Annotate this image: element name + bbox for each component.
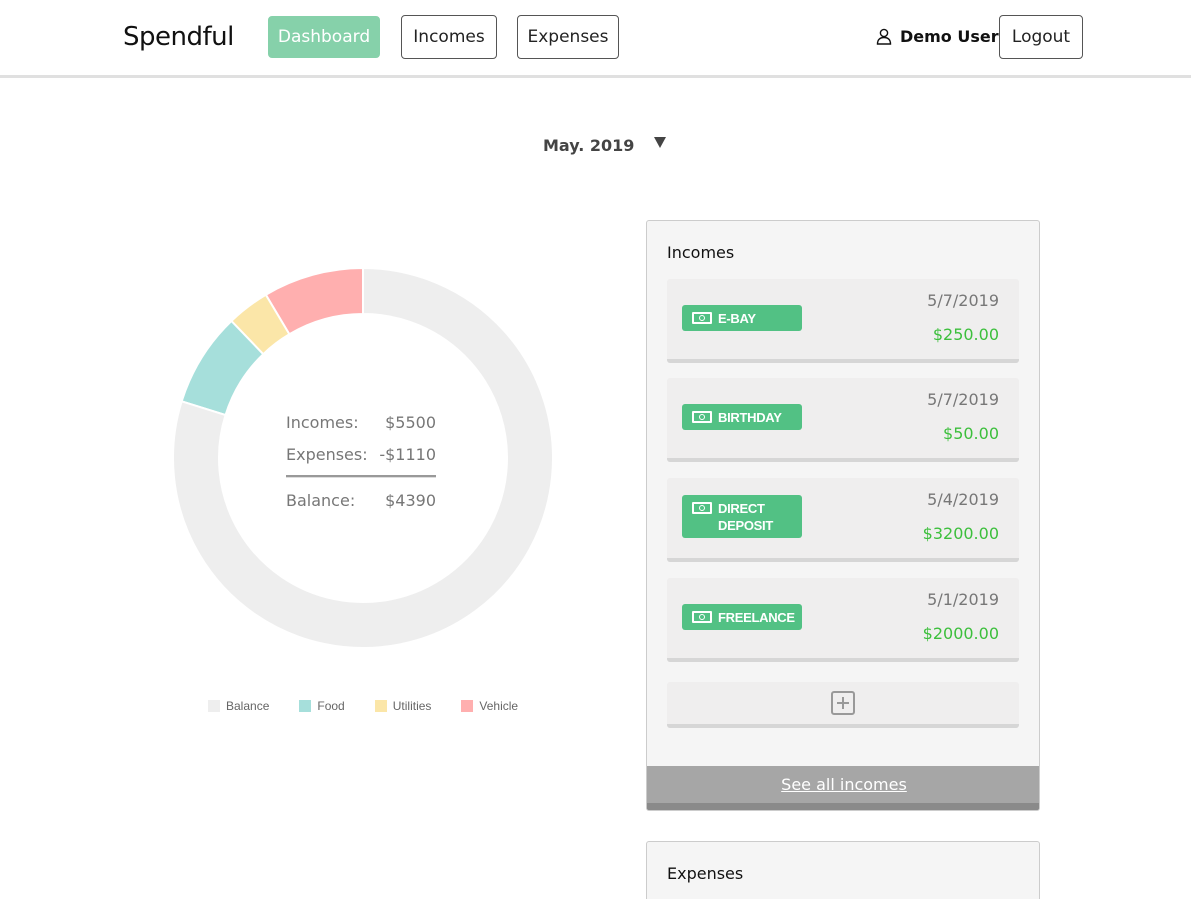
nav-expenses-button[interactable]: Expenses [517,15,619,59]
nav-dashboard-button[interactable]: Dashboard [268,16,380,58]
summary-balance-row: Balance: $4390 [286,484,436,516]
legend-swatch [208,700,220,712]
summary-balance-label: Balance: [286,490,356,510]
legend-label: Vehicle [479,699,519,713]
summary-incomes-label: Incomes: [286,412,359,432]
income-tag: FREELANCE [682,604,802,630]
caret-down-icon [654,137,667,148]
legend-swatch [374,700,387,712]
see-all-incomes-link[interactable]: See all incomes [781,775,907,794]
user-name: Demo User [900,27,999,46]
incomes-card-footer: See all incomes [647,766,1039,810]
income-item[interactable]: DIRECT DEPOSIT 5/4/2019 $3200.00 [667,478,1019,562]
income-name: DIRECT DEPOSIT [718,501,773,533]
income-item[interactable]: E-BAY 5/7/2019 $250.00 [667,279,1019,363]
summary-balance-value: $4390 [385,490,436,510]
brand-logo[interactable]: Spendful [123,22,234,52]
income-name: E-BAY [718,311,756,326]
income-date: 5/4/2019 [927,490,999,509]
income-amount: $2000.00 [922,624,999,643]
legend-item-vehicle[interactable]: Vehicle [461,699,518,713]
income-date: 5/7/2019 [927,291,999,310]
income-date: 5/7/2019 [927,390,999,409]
money-bill-icon [692,611,712,623]
nav-incomes-button[interactable]: Incomes [401,15,497,59]
income-tag: DIRECT DEPOSIT [682,495,802,538]
income-amount: $3200.00 [922,524,999,543]
income-name: BIRTHDAY [718,410,782,425]
legend-swatch [299,700,312,712]
summary-divider [286,475,436,478]
logout-button[interactable]: Logout [999,15,1083,59]
month-label: May. 2019 [543,136,635,155]
money-bill-icon [692,312,712,324]
income-item[interactable]: FREELANCE 5/1/2019 $2000.00 [667,578,1019,662]
income-item[interactable]: BIRTHDAY 5/7/2019 $50.00 [667,378,1019,462]
legend-item-balance[interactable]: Balance [208,699,269,713]
legend-label: Utilities [392,699,432,713]
expenses-card: Expenses [646,841,1040,899]
income-amount: $50.00 [943,424,999,443]
legend-item-food[interactable]: Food [299,699,345,713]
legend-label: Balance [226,699,270,713]
add-income-button[interactable] [667,682,1019,728]
income-tag: E-BAY [682,305,802,331]
legend-item-utilities[interactable]: Utilities [374,699,432,713]
month-summary: Incomes: $5500 Expenses: -$1110 Balance:… [286,406,436,516]
money-bill-icon [692,502,712,514]
user-outline-icon [876,28,892,45]
summary-incomes-row: Incomes: $5500 [286,406,436,438]
legend-swatch [461,700,474,712]
month-selector[interactable]: May. 2019 [543,136,667,155]
summary-expenses-label: Expenses: [286,444,368,464]
income-tag: BIRTHDAY [682,404,802,430]
income-date: 5/1/2019 [927,590,999,609]
summary-expenses-row: Expenses: -$1110 [286,438,436,470]
legend-label: Food [317,699,345,713]
top-navbar: Spendful Dashboard Incomes Expenses Demo… [0,0,1191,78]
plus-square-icon [831,691,855,715]
money-bill-icon [692,411,712,423]
expenses-card-title: Expenses [667,864,744,883]
income-name: FREELANCE [718,610,795,625]
summary-incomes-value: $5500 [385,412,436,432]
incomes-card-title: Incomes [667,243,735,262]
user-menu[interactable]: Demo User [876,27,999,46]
chart-legend: Balance Food Utilities Vehicle [208,699,548,713]
income-amount: $250.00 [932,325,999,344]
summary-expenses-value: -$1110 [379,444,436,464]
incomes-card: Incomes E-BAY 5/7/2019 $250.00 BIRTHDAY … [646,220,1040,811]
